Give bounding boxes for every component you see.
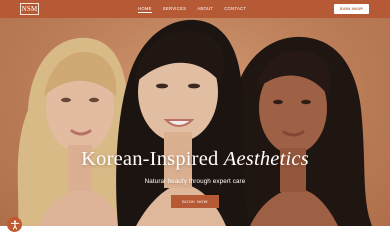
book-now-button[interactable]: BOOK NOW [171, 195, 219, 208]
nav-home[interactable]: HOME [138, 6, 152, 13]
nav-services[interactable]: SERVICES [163, 6, 187, 12]
accessibility-icon [10, 220, 19, 229]
nav-contact[interactable]: CONTACT [224, 6, 246, 12]
nav-about[interactable]: ABOUT [197, 6, 213, 12]
hero-photo [0, 0, 390, 226]
logo[interactable]: NSM [20, 3, 39, 15]
main-nav: HOME SERVICES ABOUT CONTACT [138, 0, 257, 18]
hero-section: Korean-Inspired Aesthetics Natural beaut… [0, 0, 390, 226]
accessibility-button[interactable] [7, 217, 22, 232]
hero-headline: Korean-Inspired Aesthetics [81, 148, 309, 170]
sign-in-button[interactable]: SIGN IN/UP [334, 4, 369, 14]
navbar: NSM HOME SERVICES ABOUT CONTACT SIGN IN/… [0, 0, 390, 18]
hero-subheadline: Natural beauty through expert care [144, 178, 246, 185]
